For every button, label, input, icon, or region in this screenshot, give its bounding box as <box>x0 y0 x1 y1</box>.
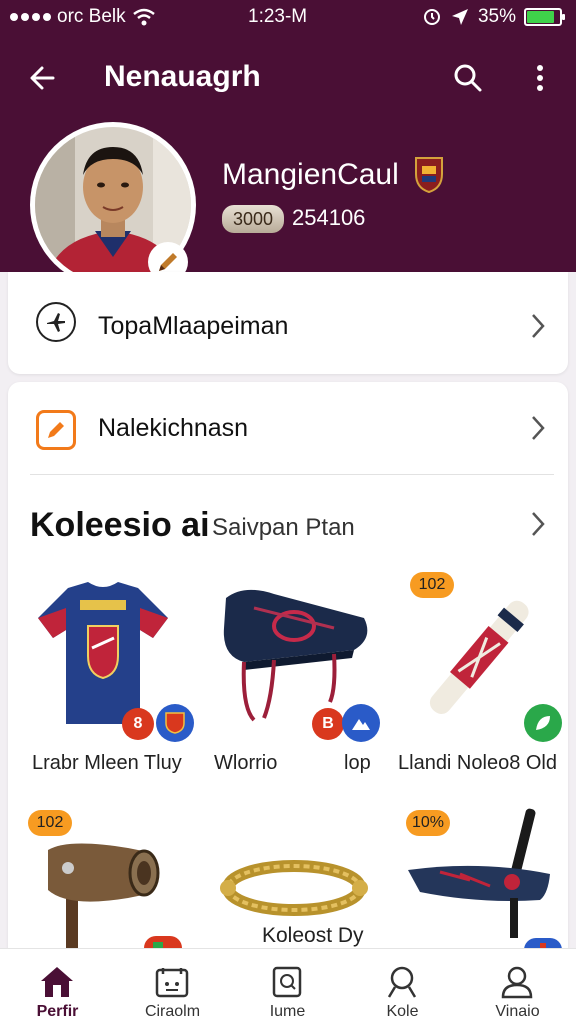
person-icon <box>501 966 533 999</box>
collection-card: Nalekichnasn Koleesio ai Saivpan Ptan 8 … <box>8 382 568 962</box>
profile-name: MangienCaul <box>222 158 399 191</box>
leaf-icon <box>524 704 562 742</box>
collection-item[interactable]: B Wlorrio lop <box>214 578 384 778</box>
item-label: Koleost Dy <box>262 924 364 947</box>
item-tag: 102 <box>410 572 454 598</box>
skateboard-icon <box>408 808 550 938</box>
nav-label: Kole <box>386 1003 419 1020</box>
team-badge-icon <box>156 704 194 742</box>
alarm-icon <box>423 9 440 25</box>
status-bar: orc Belk 1:23-M 35% <box>0 0 576 36</box>
item-label: Lrabr Mleen Tluy <box>32 752 182 774</box>
search-icon <box>387 966 417 998</box>
more-options-button[interactable] <box>520 58 560 98</box>
item-label: Llandi Noleo8 Old <box>398 752 557 774</box>
back-arrow-icon <box>30 66 55 90</box>
collection-subtitle: Saivpan Ptan <box>212 514 355 541</box>
item-badge: 8 <box>122 708 154 740</box>
item-label: Wlorrio <box>214 752 278 774</box>
carrier-label: orc Belk <box>57 6 126 27</box>
nav-item-profile[interactable]: Vinaio <box>460 949 575 1024</box>
status-time: 1:23-M <box>248 6 308 27</box>
item-badge: B <box>312 708 344 740</box>
boot-icon <box>223 589 368 722</box>
more-vertical-icon <box>537 65 543 91</box>
collection-item[interactable]: 102 <box>28 808 198 962</box>
team-crest-icon <box>415 157 443 194</box>
mountain-icon <box>342 704 380 742</box>
location-icon <box>451 9 468 25</box>
bracelet-icon <box>220 860 368 916</box>
collection-item[interactable]: 10% <box>400 808 568 962</box>
search-icon <box>454 64 482 92</box>
nav-item-calendar[interactable]: Ciraolm <box>115 949 230 1024</box>
calendar-icon <box>155 968 189 998</box>
nav-label: Perfir <box>36 1003 79 1020</box>
item-label-secondary: lop <box>344 752 371 774</box>
jersey-icon <box>38 582 168 724</box>
nav-label: Ciraolm <box>144 1003 201 1020</box>
nav-item-search[interactable]: Kole <box>345 949 460 1024</box>
bottom-navigation: Perfir Ciraolm Iume Kole Vinaio <box>0 948 576 1024</box>
back-button[interactable] <box>22 58 62 98</box>
collection-item[interactable]: Koleost Dy <box>214 808 384 962</box>
home-icon <box>41 967 73 997</box>
chevron-right-icon[interactable] <box>528 510 548 538</box>
wifi-icon <box>132 8 155 26</box>
nav-label: Vinaio <box>495 1003 540 1020</box>
collection-title: Koleesio ai <box>30 506 210 544</box>
search-button[interactable] <box>448 58 488 98</box>
nav-label: Iume <box>269 1003 306 1020</box>
points-value: 254106 <box>292 205 366 230</box>
signal-icon <box>10 13 51 21</box>
divider <box>30 474 554 475</box>
points-badge: 3000 <box>222 205 284 233</box>
menu-row-2[interactable] <box>8 382 568 474</box>
app-bar: Nenauagrh <box>0 50 576 106</box>
nav-item-home[interactable]: Perfir <box>0 949 115 1024</box>
menu-row-1[interactable] <box>8 272 568 374</box>
battery-percent: 35% <box>477 6 516 27</box>
collection-item[interactable]: 102 Llandi Noleo8 Old <box>398 572 568 778</box>
nav-item-document[interactable]: Iume <box>230 949 345 1024</box>
document-icon <box>272 966 302 998</box>
battery-icon <box>524 8 565 26</box>
menu-card: TopaMlaapeiman <box>8 272 568 374</box>
page-title: Nenauagrh <box>104 60 261 93</box>
collection-item[interactable]: 8 Lrabr Mleen Tluy <box>28 578 198 778</box>
